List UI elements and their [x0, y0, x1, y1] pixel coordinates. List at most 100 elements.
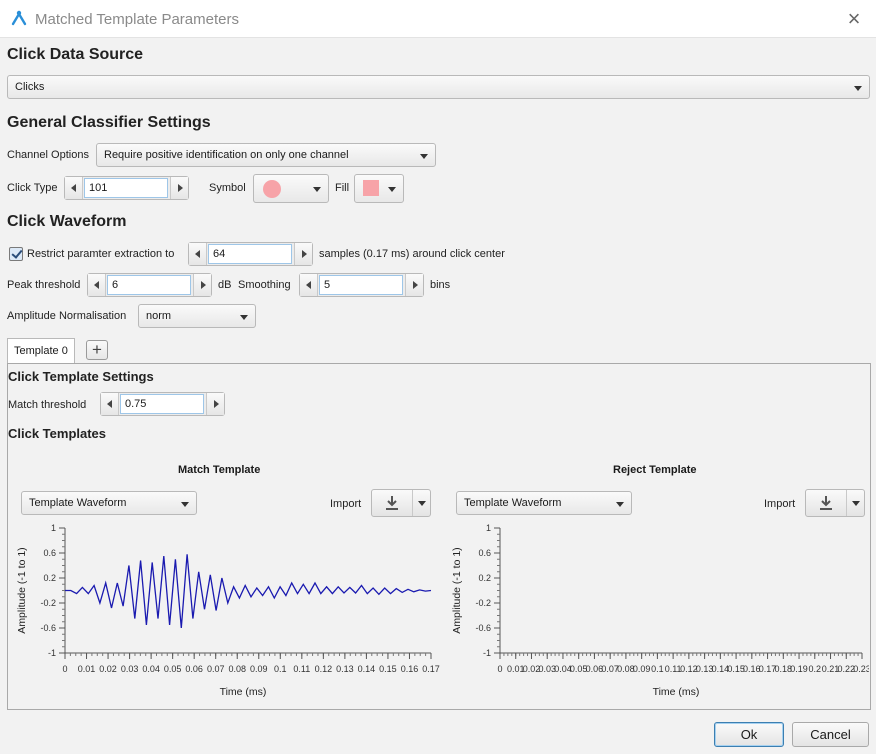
series-line: [65, 554, 432, 629]
y-tick-label: 1: [51, 523, 56, 533]
x-axis-label: Time (ms): [653, 686, 700, 698]
x-tick-label: 0.05: [164, 664, 182, 674]
cancel-button[interactable]: Cancel: [792, 722, 869, 747]
data-source-heading: Click Data Source: [7, 46, 144, 63]
reject-template-chart: -1-0.6-0.20.20.610 0.010.020.030.040.050.…: [451, 523, 869, 698]
match-threshold-label: Match threshold: [8, 399, 87, 411]
smoothing-label: Smoothing: [238, 279, 291, 291]
symbol-select[interactable]: [253, 174, 329, 203]
match-import-label: Import: [330, 498, 362, 510]
x-tick-label: 0.19: [790, 664, 808, 674]
fill-color-swatch: [363, 180, 379, 196]
x-tick-label: 0.09: [633, 664, 651, 674]
x-tick-label: 0: [497, 664, 502, 674]
x-tick-label: 0.11: [665, 664, 682, 674]
peak-threshold-input[interactable]: 6: [107, 275, 191, 295]
increment-button[interactable]: [294, 243, 312, 265]
y-tick-label: -0.2: [475, 598, 491, 608]
restrict-label: Restrict paramter extraction to: [27, 248, 175, 260]
match-import-button[interactable]: [371, 489, 431, 517]
download-icon: [386, 496, 398, 510]
decrement-button[interactable]: [88, 274, 106, 296]
x-tick-label: 0.03: [121, 664, 139, 674]
decrement-button[interactable]: [189, 243, 207, 265]
chevron-down-icon: [388, 187, 396, 192]
smoothing-spinner[interactable]: 5: [299, 273, 424, 297]
chevron-down-icon: [854, 86, 862, 91]
reject-waveform-select[interactable]: Template Waveform: [456, 491, 632, 515]
amp-norm-value: norm: [146, 310, 172, 322]
match-threshold-input[interactable]: 0.75: [120, 394, 204, 414]
peak-threshold-spinner[interactable]: 6: [87, 273, 212, 297]
click-type-input[interactable]: 101: [84, 178, 168, 198]
amp-norm-label: Amplitude Normalisation: [7, 310, 127, 322]
reject-import-label: Import: [764, 498, 796, 510]
x-tick-label: 0.15: [379, 664, 397, 674]
channel-options-select[interactable]: Require positive identification on only …: [96, 143, 436, 167]
divider: [846, 490, 847, 516]
x-tick-label: 0.13: [336, 664, 354, 674]
x-tick-label: 0.23: [853, 664, 869, 674]
peak-threshold-label: Peak threshold: [7, 279, 81, 291]
x-tick-label: 0.17: [422, 664, 440, 674]
channel-options-value: Require positive identification on only …: [104, 149, 349, 161]
chevron-down-icon: [420, 154, 428, 159]
chevron-down-icon: [313, 187, 321, 192]
increment-button[interactable]: [193, 274, 211, 296]
x-tick-label: 0.04: [142, 664, 160, 674]
y-tick-label: 0.6: [43, 548, 56, 558]
reject-import-button[interactable]: [805, 489, 865, 517]
ok-button[interactable]: Ok: [714, 722, 784, 747]
y-tick-label: 0.6: [478, 548, 491, 558]
x-tick-label: 0.14: [358, 664, 376, 674]
match-threshold-spinner[interactable]: 0.75: [100, 392, 225, 416]
y-axis-label: Amplitude (-1 to 1): [16, 547, 28, 633]
template-settings-heading: Click Template Settings: [8, 369, 154, 384]
x-axis-label: Time (ms): [220, 686, 267, 698]
match-waveform-select[interactable]: Template Waveform: [21, 491, 197, 515]
restrict-checkbox[interactable]: [9, 247, 23, 261]
chevron-down-icon[interactable]: [418, 501, 426, 506]
x-tick-label: 0.16: [401, 664, 419, 674]
close-icon[interactable]: ×: [844, 8, 864, 30]
amp-norm-select[interactable]: norm: [138, 304, 256, 328]
symbol-label: Symbol: [209, 182, 246, 194]
app-logo-icon: [11, 10, 27, 26]
decrement-button[interactable]: [65, 177, 83, 199]
increment-button[interactable]: [170, 177, 188, 199]
x-tick-label: 0.01: [78, 664, 96, 674]
increment-button[interactable]: [405, 274, 423, 296]
download-icon: [820, 496, 832, 510]
x-tick-label: 0.1: [651, 664, 664, 674]
y-tick-label: -0.2: [40, 598, 56, 608]
chevron-down-icon[interactable]: [852, 501, 860, 506]
divider: [412, 490, 413, 516]
chevron-down-icon: [616, 502, 624, 507]
data-source-value: Clicks: [15, 81, 45, 93]
x-tick-label: 0.1: [274, 664, 287, 674]
decrement-button[interactable]: [101, 393, 119, 415]
peak-unit: dB: [218, 279, 232, 291]
y-tick-label: -1: [483, 648, 491, 658]
general-heading: General Classifier Settings: [7, 114, 211, 131]
x-tick-label: 0.08: [228, 664, 246, 674]
x-tick-label: 0.07: [207, 664, 225, 674]
y-tick-label: -1: [48, 648, 56, 658]
match-template-title: Match Template: [178, 464, 261, 476]
channel-options-label: Channel Options: [7, 149, 89, 161]
window-title: Matched Template Parameters: [35, 11, 239, 28]
y-tick-label: -0.6: [40, 623, 56, 633]
data-source-select[interactable]: Clicks: [7, 75, 870, 99]
tab-template-0[interactable]: Template 0: [7, 338, 75, 364]
circle-symbol-icon: [263, 180, 281, 198]
increment-button[interactable]: [206, 393, 224, 415]
x-tick-label: 0.02: [99, 664, 117, 674]
y-tick-label: 0.2: [478, 573, 491, 583]
samples-input[interactable]: 64: [208, 244, 292, 264]
decrement-button[interactable]: [300, 274, 318, 296]
click-type-spinner[interactable]: 101: [64, 176, 189, 200]
smoothing-input[interactable]: 5: [319, 275, 403, 295]
fill-color-select[interactable]: [354, 174, 404, 203]
samples-spinner[interactable]: 64: [188, 242, 313, 266]
add-tab-button[interactable]: +: [86, 340, 108, 360]
